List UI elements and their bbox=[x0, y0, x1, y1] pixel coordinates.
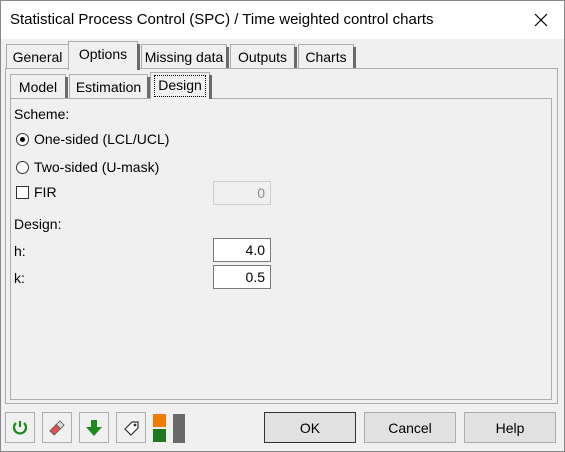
tab-label: Missing data bbox=[144, 49, 224, 65]
window-title: Statistical Process Control (SPC) / Time… bbox=[10, 11, 434, 28]
tab-label: Options bbox=[78, 46, 128, 62]
two-sided-label[interactable]: Two-sided (U-mask) bbox=[34, 159, 159, 175]
tab-label: Outputs bbox=[237, 49, 288, 65]
download-button[interactable] bbox=[79, 412, 109, 443]
color-squares-icon[interactable] bbox=[153, 414, 167, 442]
tab-label: Charts bbox=[305, 49, 347, 65]
ok-label: OK bbox=[299, 419, 321, 436]
close-icon bbox=[534, 13, 548, 27]
fir-checkbox[interactable] bbox=[16, 186, 29, 199]
download-arrow-icon bbox=[86, 419, 102, 436]
help-button[interactable]: Help bbox=[464, 412, 556, 443]
sub-tabs: Model Estimation Design bbox=[10, 71, 550, 99]
design-panel: Scheme: One-sided (LCL/UCL) Two-sided (U… bbox=[10, 98, 552, 400]
tab-label: Estimation bbox=[75, 79, 142, 95]
help-label: Help bbox=[495, 419, 525, 436]
h-label: h: bbox=[14, 243, 26, 259]
eraser-icon bbox=[49, 419, 65, 436]
h-input[interactable]: 4.0 bbox=[213, 238, 271, 262]
cancel-button[interactable]: Cancel bbox=[364, 412, 456, 443]
tab-general[interactable]: General bbox=[6, 44, 69, 69]
two-sided-radio[interactable] bbox=[16, 161, 29, 174]
tab-model[interactable]: Model bbox=[10, 74, 68, 99]
tag-button[interactable] bbox=[116, 412, 146, 443]
k-label: k: bbox=[14, 270, 25, 286]
ok-button[interactable]: OK bbox=[264, 412, 356, 443]
radio-selected-dot bbox=[20, 137, 25, 142]
tab-label: Model bbox=[18, 79, 58, 95]
tab-charts[interactable]: Charts bbox=[298, 44, 356, 69]
scheme-label: Scheme: bbox=[14, 106, 70, 122]
fir-input: 0 bbox=[213, 181, 271, 205]
tab-estimation[interactable]: Estimation bbox=[69, 74, 150, 99]
options-panel: Model Estimation Design Scheme: One-side… bbox=[5, 68, 558, 404]
dialog-window: Statistical Process Control (SPC) / Time… bbox=[0, 0, 565, 452]
cancel-label: Cancel bbox=[388, 419, 432, 436]
one-sided-label[interactable]: One-sided (LCL/UCL) bbox=[34, 131, 169, 147]
tab-label: General bbox=[12, 49, 63, 65]
tab-outputs[interactable]: Outputs bbox=[230, 44, 297, 69]
main-tabs: General Options Missing data Outputs Cha… bbox=[1, 41, 564, 70]
close-button[interactable] bbox=[518, 1, 564, 39]
title-bar: Statistical Process Control (SPC) / Time… bbox=[1, 1, 564, 39]
reset-icon bbox=[12, 420, 28, 434]
tag-icon bbox=[124, 420, 139, 436]
tab-missing-data[interactable]: Missing data bbox=[141, 44, 229, 69]
design-label: Design: bbox=[14, 216, 62, 232]
fir-label[interactable]: FIR bbox=[34, 184, 57, 200]
tab-options[interactable]: Options bbox=[68, 41, 140, 70]
panel-toggle-handle[interactable] bbox=[173, 414, 185, 443]
k-input[interactable]: 0.5 bbox=[213, 265, 271, 289]
clear-button[interactable] bbox=[42, 412, 72, 443]
one-sided-radio[interactable] bbox=[16, 133, 29, 146]
reset-button[interactable] bbox=[5, 412, 35, 443]
tab-design[interactable]: Design bbox=[150, 72, 212, 99]
